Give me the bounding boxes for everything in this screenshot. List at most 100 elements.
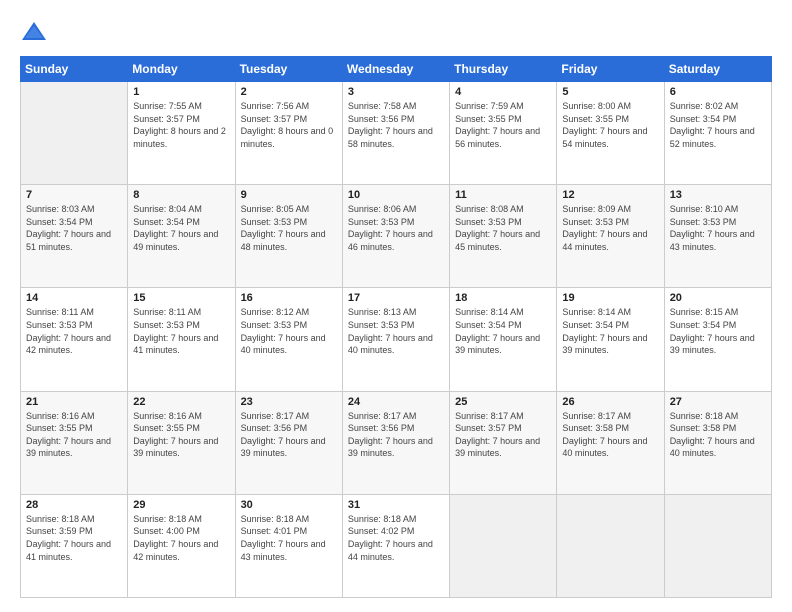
day-number: 5 <box>562 86 658 98</box>
day-info: Sunrise: 8:16 AMSunset: 3:55 PMDaylight:… <box>133 410 229 460</box>
day-number: 8 <box>133 189 229 201</box>
calendar-page: SundayMondayTuesdayWednesdayThursdayFrid… <box>0 0 792 612</box>
day-number: 26 <box>562 396 658 408</box>
day-number: 22 <box>133 396 229 408</box>
day-cell: 16Sunrise: 8:12 AMSunset: 3:53 PMDayligh… <box>235 288 342 391</box>
day-cell <box>664 494 771 597</box>
day-cell: 30Sunrise: 8:18 AMSunset: 4:01 PMDayligh… <box>235 494 342 597</box>
day-number: 10 <box>348 189 444 201</box>
day-number: 3 <box>348 86 444 98</box>
day-cell: 8 Sunrise: 8:04 AMSunset: 3:54 PMDaylight… <box>128 185 235 288</box>
day-info: Sunrise: 7:56 AMSunset: 3:57 PMDaylight:… <box>241 100 337 150</box>
day-info: Sunrise: 8:04 AMSunset: 3:54 PMDaylight:… <box>133 203 229 253</box>
day-info: Sunrise: 8:03 AMSunset: 3:54 PMDaylight:… <box>26 203 122 253</box>
day-number: 18 <box>455 292 551 304</box>
day-info: Sunrise: 8:05 AMSunset: 3:53 PMDaylight:… <box>241 203 337 253</box>
day-number: 31 <box>348 499 444 511</box>
day-info: Sunrise: 8:15 AMSunset: 3:54 PMDaylight:… <box>670 306 766 356</box>
week-row-3: 14 Sunrise: 8:11 AMSunset: 3:53 PMDayligh… <box>21 288 772 391</box>
day-cell: 2 Sunrise: 7:56 AMSunset: 3:57 PMDaylight… <box>235 82 342 185</box>
day-info: Sunrise: 8:14 AMSunset: 3:54 PMDaylight:… <box>562 306 658 356</box>
day-number: 14 <box>26 292 122 304</box>
col-header-sunday: Sunday <box>21 57 128 82</box>
day-cell <box>557 494 664 597</box>
day-info: Sunrise: 8:06 AMSunset: 3:53 PMDaylight:… <box>348 203 444 253</box>
col-header-tuesday: Tuesday <box>235 57 342 82</box>
day-number: 25 <box>455 396 551 408</box>
day-cell: 29Sunrise: 8:18 AMSunset: 4:00 PMDayligh… <box>128 494 235 597</box>
week-row-2: 7Sunrise: 8:03 AMSunset: 3:54 PMDaylight… <box>21 185 772 288</box>
day-info: Sunrise: 8:18 AMSunset: 3:59 PMDaylight:… <box>26 513 122 563</box>
day-info: Sunrise: 8:17 AMSunset: 3:58 PMDaylight:… <box>562 410 658 460</box>
col-header-thursday: Thursday <box>450 57 557 82</box>
day-number: 12 <box>562 189 658 201</box>
day-number: 17 <box>348 292 444 304</box>
day-number: 19 <box>562 292 658 304</box>
day-info: Sunrise: 8:11 AMSunset: 3:53 PMDaylight:… <box>133 306 229 356</box>
day-cell: 31 Sunrise: 8:18 AMSunset: 4:02 PMDayligh… <box>342 494 449 597</box>
day-cell: 17 Sunrise: 8:13 AMSunset: 3:53 PMDayligh… <box>342 288 449 391</box>
day-cell: 1 Sunrise: 7:55 AMSunset: 3:57 PMDaylight… <box>128 82 235 185</box>
day-cell <box>21 82 128 185</box>
day-info: Sunrise: 8:13 AMSunset: 3:53 PMDaylight:… <box>348 306 444 356</box>
day-cell: 22 Sunrise: 8:16 AMSunset: 3:55 PMDayligh… <box>128 391 235 494</box>
day-number: 13 <box>670 189 766 201</box>
day-cell: 6 Sunrise: 8:02 AMSunset: 3:54 PMDaylight… <box>664 82 771 185</box>
day-number: 28 <box>26 499 122 511</box>
col-header-monday: Monday <box>128 57 235 82</box>
day-cell: 4Sunrise: 7:59 AMSunset: 3:55 PMDaylight… <box>450 82 557 185</box>
day-cell: 3 Sunrise: 7:58 AMSunset: 3:56 PMDaylight… <box>342 82 449 185</box>
day-info: Sunrise: 8:08 AMSunset: 3:53 PMDaylight:… <box>455 203 551 253</box>
day-info: Sunrise: 8:16 AMSunset: 3:55 PMDaylight:… <box>26 410 122 460</box>
calendar-table: SundayMondayTuesdayWednesdayThursdayFrid… <box>20 56 772 598</box>
day-cell: 10 Sunrise: 8:06 AMSunset: 3:53 PMDayligh… <box>342 185 449 288</box>
day-number: 1 <box>133 86 229 98</box>
week-row-5: 28 Sunrise: 8:18 AMSunset: 3:59 PMDayligh… <box>21 494 772 597</box>
day-info: Sunrise: 8:18 AMSunset: 3:58 PMDaylight:… <box>670 410 766 460</box>
day-cell: 21 Sunrise: 8:16 AMSunset: 3:55 PMDayligh… <box>21 391 128 494</box>
header <box>20 18 772 46</box>
day-number: 11 <box>455 189 551 201</box>
day-number: 16 <box>241 292 337 304</box>
day-number: 20 <box>670 292 766 304</box>
day-cell: 28 Sunrise: 8:18 AMSunset: 3:59 PMDayligh… <box>21 494 128 597</box>
day-info: Sunrise: 7:58 AMSunset: 3:56 PMDaylight:… <box>348 100 444 150</box>
day-info: Sunrise: 8:17 AMSunset: 3:57 PMDaylight:… <box>455 410 551 460</box>
week-row-1: 1 Sunrise: 7:55 AMSunset: 3:57 PMDaylight… <box>21 82 772 185</box>
col-header-friday: Friday <box>557 57 664 82</box>
day-number: 9 <box>241 189 337 201</box>
day-number: 27 <box>670 396 766 408</box>
day-info: Sunrise: 8:02 AMSunset: 3:54 PMDaylight:… <box>670 100 766 150</box>
day-info: Sunrise: 8:18 AMSunset: 4:02 PMDaylight:… <box>348 513 444 563</box>
day-cell: 23 Sunrise: 8:17 AMSunset: 3:56 PMDayligh… <box>235 391 342 494</box>
day-number: 2 <box>241 86 337 98</box>
day-info: Sunrise: 8:11 AMSunset: 3:53 PMDaylight:… <box>26 306 122 356</box>
day-cell: 13 Sunrise: 8:10 AMSunset: 3:53 PMDayligh… <box>664 185 771 288</box>
day-info: Sunrise: 8:17 AMSunset: 3:56 PMDaylight:… <box>348 410 444 460</box>
day-info: Sunrise: 7:59 AMSunset: 3:55 PMDaylight:… <box>455 100 551 150</box>
day-number: 30 <box>241 499 337 511</box>
day-number: 15 <box>133 292 229 304</box>
day-info: Sunrise: 7:55 AMSunset: 3:57 PMDaylight:… <box>133 100 229 150</box>
day-info: Sunrise: 8:10 AMSunset: 3:53 PMDaylight:… <box>670 203 766 253</box>
day-number: 23 <box>241 396 337 408</box>
logo <box>20 18 52 46</box>
col-header-saturday: Saturday <box>664 57 771 82</box>
day-cell: 11 Sunrise: 8:08 AMSunset: 3:53 PMDayligh… <box>450 185 557 288</box>
logo-icon <box>20 18 48 46</box>
day-info: Sunrise: 8:17 AMSunset: 3:56 PMDaylight:… <box>241 410 337 460</box>
day-cell: 19 Sunrise: 8:14 AMSunset: 3:54 PMDayligh… <box>557 288 664 391</box>
day-info: Sunrise: 8:14 AMSunset: 3:54 PMDaylight:… <box>455 306 551 356</box>
day-number: 29 <box>133 499 229 511</box>
day-number: 21 <box>26 396 122 408</box>
day-cell <box>450 494 557 597</box>
day-cell: 7Sunrise: 8:03 AMSunset: 3:54 PMDaylight… <box>21 185 128 288</box>
day-cell: 12 Sunrise: 8:09 AMSunset: 3:53 PMDayligh… <box>557 185 664 288</box>
calendar-header-row: SundayMondayTuesdayWednesdayThursdayFrid… <box>21 57 772 82</box>
week-row-4: 21 Sunrise: 8:16 AMSunset: 3:55 PMDayligh… <box>21 391 772 494</box>
day-info: Sunrise: 8:09 AMSunset: 3:53 PMDaylight:… <box>562 203 658 253</box>
day-cell: 9 Sunrise: 8:05 AMSunset: 3:53 PMDaylight… <box>235 185 342 288</box>
day-info: Sunrise: 8:00 AMSunset: 3:55 PMDaylight:… <box>562 100 658 150</box>
day-cell: 18 Sunrise: 8:14 AMSunset: 3:54 PMDayligh… <box>450 288 557 391</box>
day-number: 6 <box>670 86 766 98</box>
